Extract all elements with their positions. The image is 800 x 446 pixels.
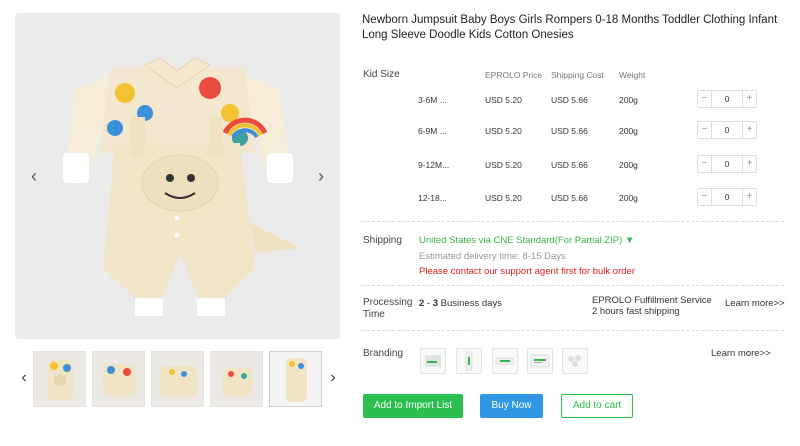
product-title: Newborn Jumpsuit Baby Boys Girls Rompers… — [362, 14, 778, 41]
add-to-import-list-button[interactable]: Add to Import List — [363, 394, 463, 418]
thumbnail-strip — [15, 351, 340, 407]
increment-button[interactable]: + — [742, 122, 756, 138]
thumbnails-next-icon[interactable]: › — [325, 366, 341, 390]
processing-days: 2 - 3 Business days — [419, 298, 502, 309]
increment-button[interactable]: + — [742, 189, 756, 205]
gallery-next-arrow-icon[interactable]: › — [312, 164, 330, 188]
divider — [362, 285, 784, 286]
bulk-order-warning: Please contact our support agent first f… — [419, 266, 635, 277]
shipping-method-select[interactable]: United States via CNE Standard(For Parti… — [419, 235, 634, 246]
thumbnail[interactable] — [210, 351, 263, 407]
variant-weight: 200g — [619, 126, 638, 136]
branding-option-card-icon[interactable] — [527, 348, 553, 374]
variant-weight: 200g — [619, 95, 638, 105]
variant-weight: 200g — [619, 160, 638, 170]
branding-option-label-icon[interactable] — [492, 348, 518, 374]
quantity-stepper: − + — [697, 121, 757, 139]
delivery-time: Estimated delivery time: 8-15 Days — [419, 251, 566, 262]
variant-shipping: USD 5.66 — [551, 95, 588, 105]
variant-size: 6-9M ... — [418, 126, 447, 136]
thumbnail[interactable] — [33, 351, 86, 407]
column-header-weight: Weight — [619, 70, 646, 80]
quantity-stepper: − + — [697, 188, 757, 206]
column-header-price: EPROLO Price — [485, 70, 543, 80]
divider — [362, 221, 784, 222]
quantity-input[interactable] — [713, 122, 741, 138]
decrement-button[interactable]: − — [698, 91, 712, 107]
quantity-stepper: − + — [697, 155, 757, 173]
decrement-button[interactable]: − — [698, 122, 712, 138]
main-product-image: ‹ › — [15, 13, 340, 339]
divider — [362, 330, 784, 331]
processing-time-label: Processing Time — [363, 297, 413, 320]
variant-shipping: USD 5.66 — [551, 160, 588, 170]
gallery-prev-arrow-icon[interactable]: ‹ — [25, 164, 43, 188]
branding-option-bag-icon[interactable] — [420, 348, 446, 374]
decrement-button[interactable]: − — [698, 189, 712, 205]
variant-size: 9-12M... — [418, 160, 450, 170]
processing-learn-more-link[interactable]: Learn more>> — [725, 298, 785, 309]
thumbnail[interactable] — [151, 351, 204, 407]
variant-price: USD 5.20 — [485, 160, 522, 170]
increment-button[interactable]: + — [742, 91, 756, 107]
quantity-input[interactable] — [713, 91, 741, 107]
decrement-button[interactable]: − — [698, 156, 712, 172]
variant-price: USD 5.20 — [485, 193, 522, 203]
quantity-stepper: − + — [697, 90, 757, 108]
column-header-shipping: Shipping Cost — [551, 70, 604, 80]
variant-shipping: USD 5.66 — [551, 193, 588, 203]
branding-option-tag-icon[interactable] — [456, 348, 482, 374]
variant-size: 3-6M ... — [418, 95, 447, 105]
variant-price: USD 5.20 — [485, 95, 522, 105]
branding-learn-more-link[interactable]: Learn more>> — [711, 348, 771, 359]
kid-size-label: Kid Size — [363, 69, 400, 80]
buy-now-button[interactable]: Buy Now — [480, 394, 543, 418]
variant-shipping: USD 5.66 — [551, 126, 588, 136]
add-to-cart-button[interactable]: Add to cart — [561, 394, 633, 418]
variant-price: USD 5.20 — [485, 126, 522, 136]
thumbnail[interactable] — [92, 351, 145, 407]
quantity-input[interactable] — [713, 156, 741, 172]
shipping-label: Shipping — [363, 235, 402, 246]
romper-illustration — [63, 57, 300, 316]
quantity-input[interactable] — [713, 189, 741, 205]
fulfillment-service: EPROLO Fulfillment Service 2 hours fast … — [592, 295, 712, 317]
variant-weight: 200g — [619, 193, 638, 203]
variant-size: 12-18... — [418, 193, 447, 203]
increment-button[interactable]: + — [742, 156, 756, 172]
branding-label: Branding — [363, 348, 404, 359]
thumbnail-active[interactable] — [269, 351, 322, 407]
branding-option-sticker-icon[interactable] — [562, 348, 588, 374]
